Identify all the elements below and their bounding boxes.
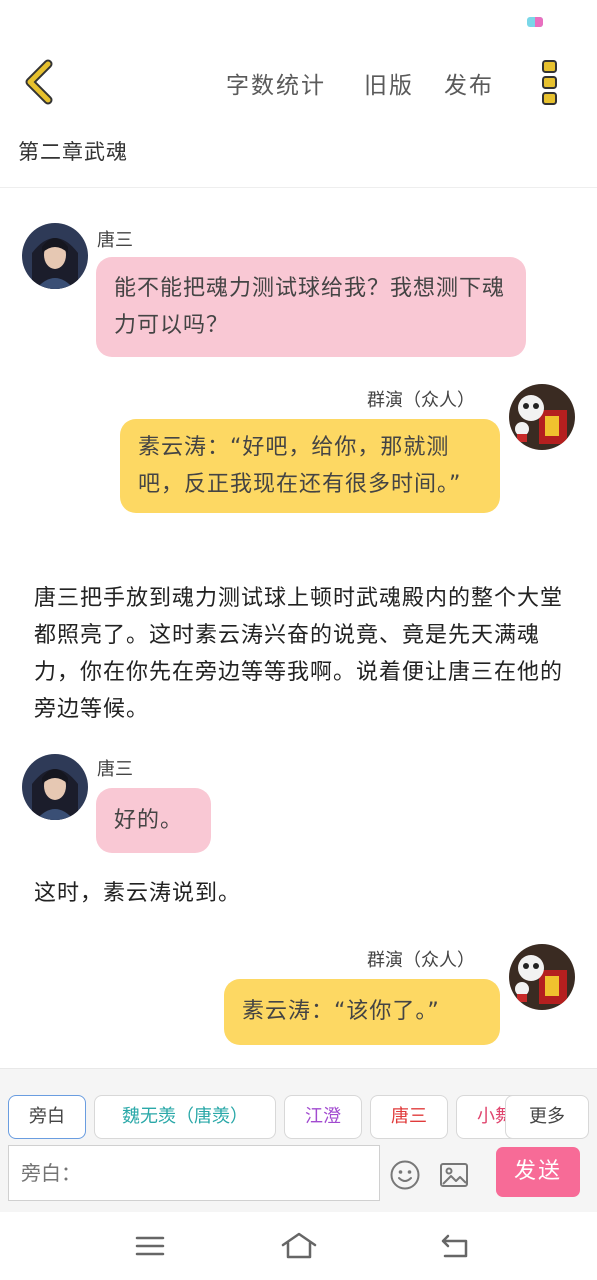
chapter-title[interactable]: 第二章武魂 bbox=[18, 136, 128, 166]
more-roles-button[interactable]: 更多 bbox=[505, 1095, 589, 1139]
home-button[interactable] bbox=[279, 1230, 319, 1262]
back-nav-button[interactable] bbox=[436, 1230, 476, 1262]
role-tab-wei-wuxian[interactable]: 魏无羡（唐羡） bbox=[94, 1095, 276, 1139]
top-bar: 字数统计 旧版 发布 bbox=[0, 44, 597, 120]
message-bubble[interactable]: 好的。 bbox=[96, 788, 211, 853]
back-button[interactable] bbox=[20, 58, 60, 106]
word-count-button[interactable]: 字数统计 bbox=[226, 66, 326, 100]
publish-button[interactable]: 发布 bbox=[444, 66, 494, 100]
emoji-button[interactable] bbox=[389, 1159, 421, 1191]
speaker-name: 群演（众人） bbox=[367, 390, 475, 411]
home-icon bbox=[281, 1232, 317, 1259]
chevron-left-icon bbox=[25, 59, 53, 105]
menu-button[interactable] bbox=[130, 1230, 170, 1262]
old-version-button[interactable]: 旧版 bbox=[364, 66, 414, 100]
back-icon bbox=[441, 1234, 468, 1258]
avatar-crowd[interactable] bbox=[509, 944, 575, 1010]
emoji-icon bbox=[390, 1160, 420, 1190]
message-bubble[interactable]: 素云涛：“该你了。” bbox=[224, 979, 500, 1045]
message-bubble[interactable]: 能不能把魂力测试球给我？我想测下魂力可以吗？ bbox=[96, 257, 526, 357]
narration-text[interactable]: 这时，素云涛说到。 bbox=[34, 875, 564, 912]
role-tab-narrator[interactable]: 旁白 bbox=[8, 1095, 86, 1139]
system-nav-bar bbox=[0, 1212, 597, 1280]
speaker-name: 群演（众人） bbox=[367, 950, 475, 971]
image-icon bbox=[440, 1163, 468, 1187]
message-input[interactable] bbox=[8, 1145, 380, 1201]
menu-icon bbox=[135, 1236, 165, 1256]
battery-icon bbox=[527, 17, 543, 27]
image-button[interactable] bbox=[438, 1159, 470, 1191]
avatar-crowd[interactable] bbox=[509, 384, 575, 450]
speaker-name: 唐三 bbox=[97, 759, 133, 780]
status-bar bbox=[0, 0, 597, 44]
message-bubble[interactable]: 素云涛：“好吧，给你，那就测吧，反正我现在还有很多时间。” bbox=[120, 419, 500, 513]
avatar-tang-san[interactable] bbox=[22, 754, 88, 820]
more-menu-button[interactable] bbox=[541, 58, 559, 106]
composer-panel: 旁白 魏无羡（唐羡） 江澄 唐三 小舞 更多 发送 bbox=[0, 1068, 597, 1212]
narration-text[interactable]: 唐三把手放到魂力测试球上顿时武魂殿内的整个大堂都照亮了。这时素云涛兴奋的说竟、竟… bbox=[34, 580, 564, 728]
vertical-dots-icon bbox=[542, 60, 557, 105]
avatar-tang-san[interactable] bbox=[22, 223, 88, 289]
send-button[interactable]: 发送 bbox=[496, 1147, 580, 1197]
chat-area[interactable]: 唐三 能不能把魂力测试球给我？我想测下魂力可以吗？ 群演（众人） 素云涛：“好吧… bbox=[0, 188, 597, 1068]
role-tab-jiang-cheng[interactable]: 江澄 bbox=[284, 1095, 362, 1139]
role-tab-tang-san[interactable]: 唐三 bbox=[370, 1095, 448, 1139]
speaker-name: 唐三 bbox=[97, 230, 133, 251]
